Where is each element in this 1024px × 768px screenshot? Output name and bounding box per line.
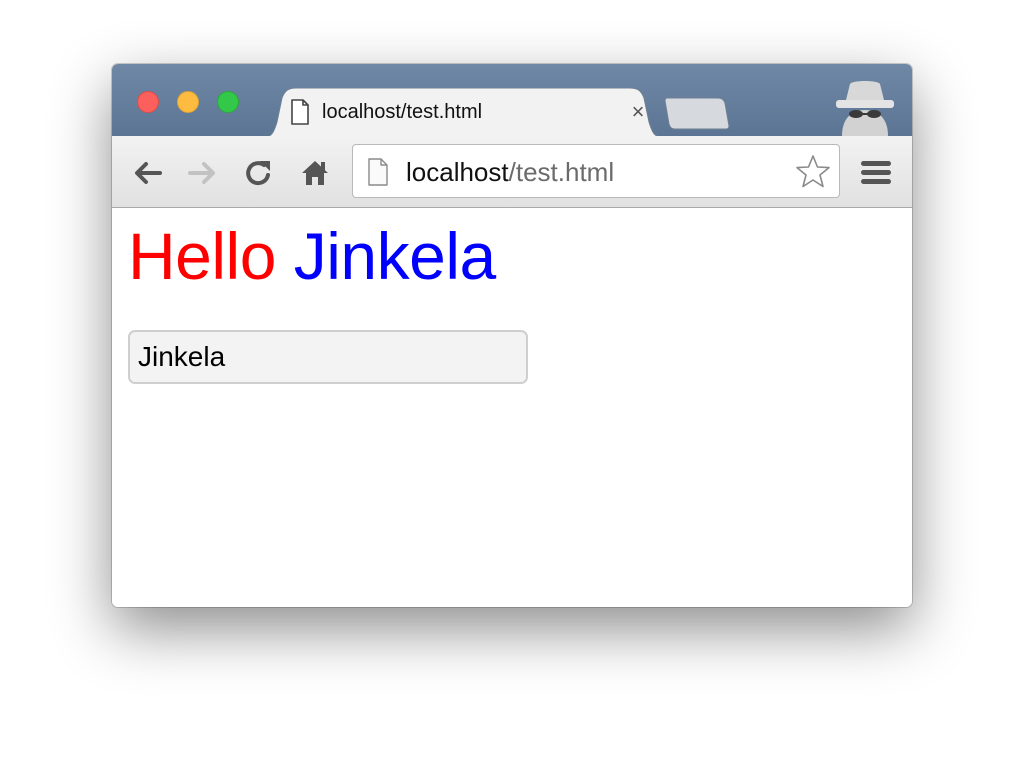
file-icon	[291, 99, 309, 125]
name-input[interactable]	[128, 330, 528, 384]
back-arrow-icon	[135, 162, 162, 184]
reload-button[interactable]	[242, 156, 276, 190]
reload-icon	[246, 161, 270, 186]
back-button[interactable]	[130, 156, 164, 190]
url-text[interactable]: localhost/test.html	[406, 157, 614, 187]
new-tab-button[interactable]	[664, 96, 730, 130]
browser-window: localhost/test.html × localhost/test.htm…	[112, 64, 912, 607]
maximize-window-button[interactable]	[217, 91, 239, 113]
address-bar[interactable]: localhost/test.html	[352, 144, 840, 198]
hamburger-menu-icon[interactable]	[858, 154, 894, 190]
close-window-button[interactable]	[137, 91, 159, 113]
star-icon[interactable]	[795, 154, 831, 190]
incognito-spy-icon	[836, 81, 894, 136]
heading-hello: Hello	[128, 219, 276, 293]
title-bar: localhost/test.html ×	[112, 64, 912, 138]
home-icon	[302, 161, 328, 185]
browser-toolbar: localhost/test.html	[112, 136, 912, 208]
page-content: Hello Jinkela	[112, 208, 912, 607]
file-icon	[368, 158, 388, 186]
home-button[interactable]	[298, 156, 332, 190]
url-path: /test.html	[508, 157, 615, 187]
page-heading: Hello Jinkela	[128, 218, 496, 294]
forward-button[interactable]	[186, 156, 220, 190]
tab-close-icon[interactable]: ×	[626, 100, 650, 124]
tab-title: localhost/test.html	[322, 100, 483, 123]
forward-arrow-icon	[188, 162, 215, 184]
heading-name: Jinkela	[293, 219, 496, 293]
tab-content[interactable]: localhost/test.html ×	[290, 97, 650, 127]
url-host: localhost	[406, 157, 509, 187]
minimize-window-button[interactable]	[177, 91, 199, 113]
